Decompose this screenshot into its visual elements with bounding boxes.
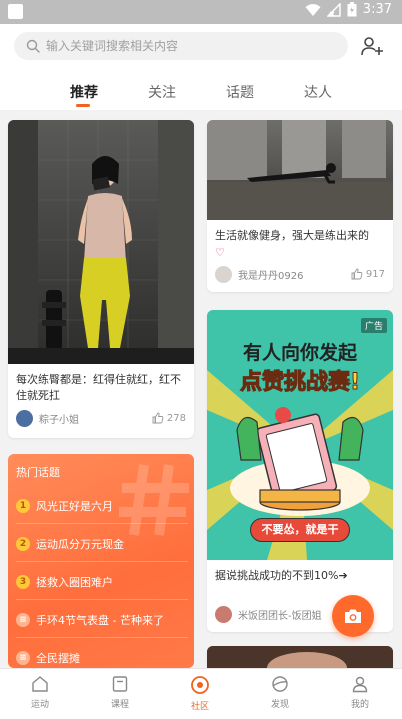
search-bar[interactable] — [14, 32, 348, 60]
topic-label: 拯救入圈困难户 — [36, 575, 113, 589]
post-caption: 每次练臀都是：红得住就红，红不住就死扛 — [16, 373, 181, 402]
nav-label: 运动 — [30, 700, 49, 710]
heart-emoji-icon: ♡ — [215, 246, 225, 259]
nav-community[interactable]: 社区 — [170, 675, 230, 712]
hot-topics-card: 热门话题 1 风光正好是六月 2 运动瓜分万元现金 3 拯救入圈困难户 ≡ 手环… — [8, 454, 194, 668]
avatar — [215, 266, 232, 283]
home-icon — [32, 676, 48, 692]
thumbs-up-icon — [152, 412, 164, 424]
ad-cta-button[interactable]: 不要怂，就是干 — [250, 518, 350, 542]
topic-label: 风光正好是六月 — [36, 499, 113, 513]
like-button[interactable]: 278 — [152, 412, 186, 424]
tab-recommend[interactable]: 推荐 — [70, 82, 98, 102]
discover-icon — [272, 676, 288, 692]
no-signal-icon — [326, 2, 341, 17]
post-image-1 — [8, 120, 194, 364]
tab-underline — [76, 104, 90, 107]
post-caption: 生活就像健身，强大是练出来的 — [215, 229, 369, 242]
author-name: 粽子小姐 — [39, 415, 79, 426]
bottom-nav: 运动 课程 社区 发现 我的 — [0, 668, 402, 719]
tab-experts[interactable]: 达人 — [304, 82, 332, 102]
post-author[interactable]: 粽子小姐 — [16, 410, 79, 427]
avatar — [215, 606, 232, 623]
like-count: 278 — [166, 412, 186, 424]
nav-label: 我的 — [350, 700, 369, 710]
nav-label: 课程 — [110, 700, 129, 710]
ad-card[interactable]: 有人向你发起 点赞挑战赛! 不要怂，就是干 广告 据说挑战成功的不到10%➔ 米… — [207, 310, 393, 632]
status-time: 3:37 — [362, 2, 392, 17]
notification-icon — [8, 4, 23, 19]
topic-item[interactable]: 1 风光正好是六月 — [16, 488, 188, 524]
post-image-4 — [207, 646, 393, 684]
rank-badge: 3 — [16, 574, 30, 589]
post-image-2 — [207, 120, 393, 220]
community-icon — [191, 676, 209, 694]
battery-icon — [347, 2, 357, 17]
ad-badge: 广告 — [360, 318, 387, 333]
nav-profile[interactable]: 我的 — [330, 675, 390, 710]
topic-label: 手环4节气表盘 - 芒种来了 — [36, 613, 164, 627]
post-card-1[interactable]: 每次练臀都是：红得住就红，红不住就死扛 粽子小姐 278 — [8, 120, 194, 438]
rank-badge: 2 — [16, 536, 30, 551]
search-input[interactable] — [46, 39, 326, 53]
ad-caption: 据说挑战成功的不到10%➔ — [215, 569, 348, 582]
author-name: 米饭团团长-饭团姐 — [238, 611, 322, 622]
avatar — [16, 410, 33, 427]
topic-item[interactable]: ≡ 手环4节气表盘 - 芒种来了 — [16, 602, 188, 638]
tab-topics[interactable]: 话题 — [226, 82, 254, 102]
topic-label: 运动瓜分万元现金 — [36, 537, 124, 551]
camera-post-button[interactable] — [332, 595, 374, 637]
wifi-icon — [305, 3, 321, 16]
add-friend-icon[interactable] — [360, 34, 384, 58]
top-bar: 推荐 关注 话题 达人 — [0, 24, 402, 110]
nav-discover[interactable]: 发现 — [250, 675, 310, 710]
topic-item[interactable]: 2 运动瓜分万元现金 — [16, 526, 188, 562]
status-bar: 3:37 — [0, 0, 402, 24]
ad-banner[interactable]: 有人向你发起 点赞挑战赛! 不要怂，就是干 广告 — [207, 310, 393, 560]
post-card-2[interactable]: 生活就像健身，强大是练出来的 ♡ 我是丹丹0926 917 — [207, 120, 393, 292]
course-icon — [112, 676, 128, 692]
post-author[interactable]: 我是丹丹0926 — [215, 266, 303, 283]
like-count: 917 — [365, 268, 385, 280]
tab-following[interactable]: 关注 — [148, 82, 176, 102]
topic-item[interactable]: 3 拯救入圈困难户 — [16, 564, 188, 600]
nav-workout[interactable]: 运动 — [10, 675, 70, 710]
ad-author[interactable]: 米饭团团长-饭团姐 — [215, 606, 322, 623]
ad-headline-2: 点赞挑战赛! — [239, 370, 361, 396]
author-name: 我是丹丹0926 — [238, 271, 304, 282]
like-button[interactable]: 917 — [351, 268, 385, 280]
nav-course[interactable]: 课程 — [90, 675, 150, 710]
nav-label: 社区 — [190, 702, 209, 712]
ad-headline-1: 有人向你发起 — [242, 342, 357, 364]
hashtag-badge-icon: ≡ — [16, 651, 30, 665]
profile-icon — [352, 676, 368, 693]
topic-item[interactable]: ≡ 全民摆摊 — [16, 640, 188, 668]
search-icon — [26, 39, 40, 53]
hot-topics-title: 热门话题 — [16, 466, 60, 479]
tab-bar: 推荐 关注 话题 达人 — [0, 76, 402, 107]
topic-label: 全民摆摊 — [36, 652, 80, 665]
camera-icon — [345, 609, 361, 623]
hashtag-badge-icon: ≡ — [16, 612, 30, 627]
rank-badge: 1 — [16, 498, 30, 513]
nav-label: 发现 — [270, 700, 289, 710]
thumbs-up-icon — [351, 268, 363, 280]
